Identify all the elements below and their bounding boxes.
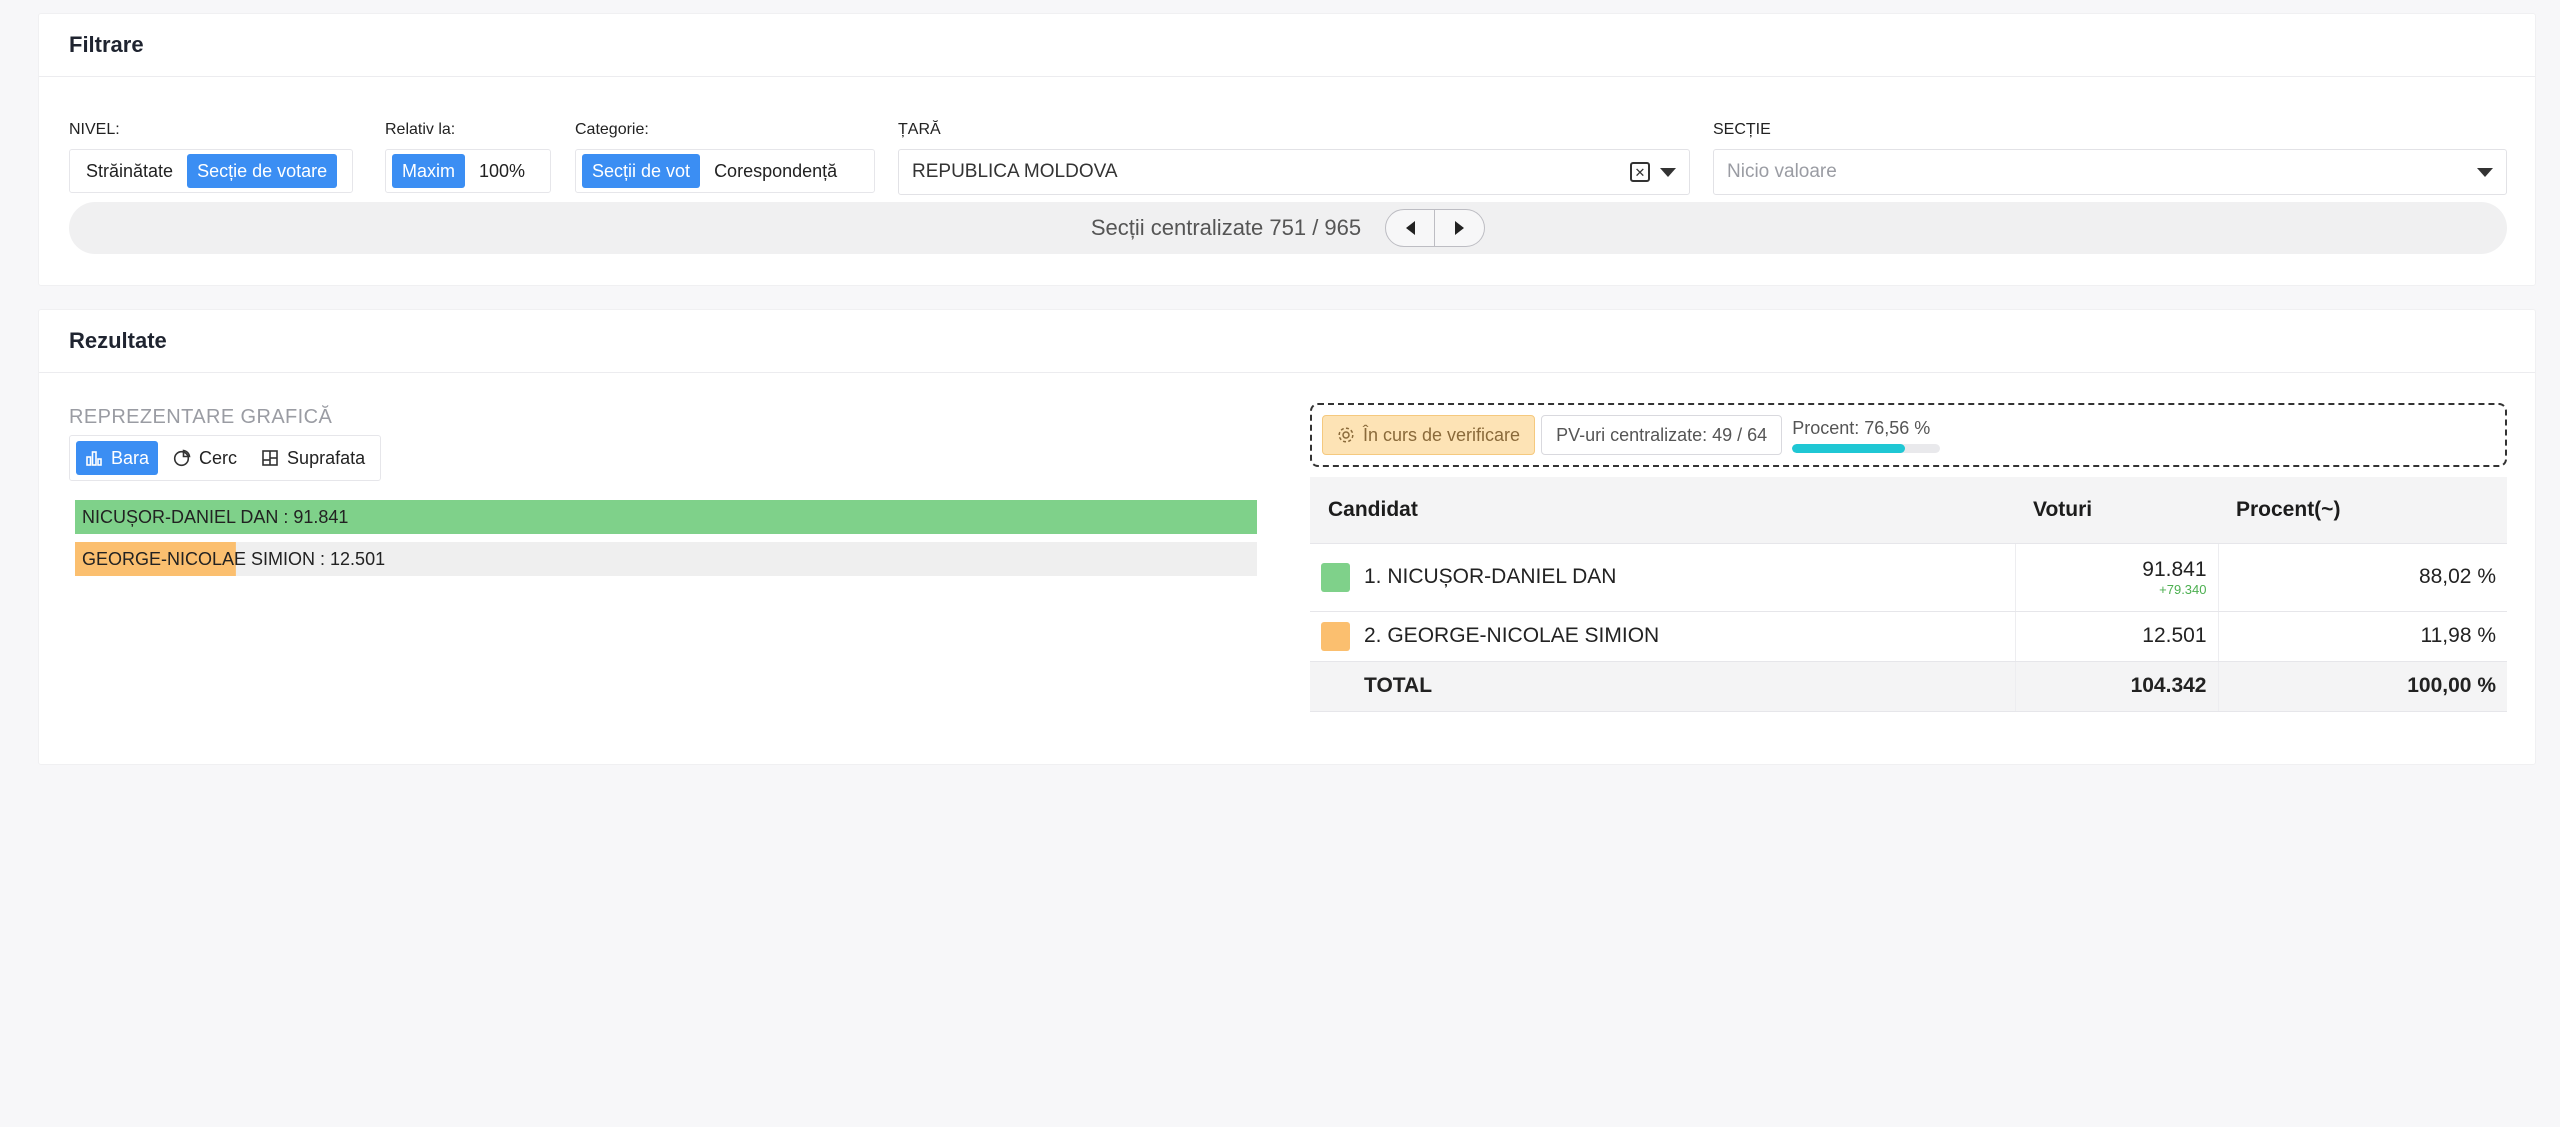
nivel-label: NIVEL:	[69, 121, 120, 138]
votes-diff: +79.340	[2159, 581, 2207, 597]
caret-right-icon	[1455, 221, 1465, 235]
bar-label-2: GEORGE-NICOLAE SIMION : 12.501	[82, 549, 385, 569]
chart-label: REPREZENTARE GRAFICĂ	[69, 406, 333, 428]
sectie-select[interactable]: Nicio valoare	[1713, 149, 2507, 195]
relativ-label: Relativ la:	[385, 121, 456, 138]
sectie-label: SECȚIE	[1713, 121, 1771, 138]
header-candidat: Candidat	[1310, 477, 2015, 544]
categorie-option-sectii[interactable]: Secții de vot	[582, 154, 701, 188]
centralizate-bar: Secții centralizate 751 / 965	[69, 202, 2507, 254]
nivel-segment: Străinătate Secție de votare	[69, 149, 353, 193]
total-label: TOTAL	[1364, 674, 1433, 697]
procent-progress: Procent: 76,56 %	[1792, 417, 1941, 453]
candidate-percent: 11,98 %	[2218, 611, 2507, 662]
tara-label: ȚARĂ	[898, 121, 941, 138]
results-title: Rezultate	[39, 310, 2535, 373]
categorie-label: Categorie:	[575, 121, 649, 138]
header-procent: Procent(~)	[2218, 477, 2507, 544]
prev-button[interactable]	[1385, 209, 1436, 247]
chart-type-tabs: Bara Cerc Suprafata	[69, 435, 382, 481]
categorie-segment: Secții de vot Corespondență	[575, 149, 875, 193]
procent-label: Procent: 76,56 %	[1792, 417, 1931, 438]
pagination	[1385, 209, 1486, 247]
results-table: Candidat Voturi Procent(~) 1. NICUȘOR-DA…	[1310, 477, 2507, 712]
table-row: 1. NICUȘOR-DANIEL DAN 91.841 +79.340 88,0…	[1310, 543, 2507, 612]
status-text: În curs de verificare	[1363, 424, 1521, 445]
tara-value: REPUBLICA MOLDOVA	[912, 161, 1118, 182]
clear-icon[interactable]: ✕	[1630, 162, 1650, 182]
table-row: 2. GEORGE-NICOLAE SIMION 12.501 11,98 %	[1310, 611, 2507, 662]
color-swatch	[1321, 621, 1350, 651]
bar-label-1: NICUȘOR-DANIEL DAN : 91.841	[82, 507, 348, 527]
chevron-down-icon[interactable]	[1660, 167, 1676, 177]
status-box: În curs de verificare PV-uri centralizat…	[1310, 403, 2507, 467]
chevron-down-icon[interactable]	[2477, 167, 2493, 177]
total-percent: 100,00 %	[2218, 661, 2507, 712]
header-voturi: Voturi	[2015, 477, 2218, 544]
tab-bara-label: Bara	[111, 447, 150, 468]
nivel-option-sectie[interactable]: Secție de votare	[187, 154, 338, 188]
tab-suprafata-label: Suprafata	[287, 447, 366, 468]
categorie-option-corespondenta[interactable]: Corespondență	[704, 154, 847, 188]
treemap-icon	[262, 450, 278, 466]
centralizate-text: Secții centralizate 751 / 965	[1090, 215, 1362, 240]
sectie-placeholder: Nicio valoare	[1727, 161, 1837, 182]
tara-select[interactable]: REPUBLICA MOLDOVA ✕	[898, 149, 1690, 195]
candidate-name: 2. GEORGE-NICOLAE SIMION	[1364, 624, 1660, 647]
total-row: TOTAL 104.342 100,00 %	[1310, 661, 2507, 712]
progress-track	[1792, 443, 1941, 453]
progress-fill	[1792, 443, 1906, 453]
candidate-percent: 88,02 %	[2218, 543, 2507, 612]
tab-cerc-label: Cerc	[199, 447, 238, 468]
relativ-option-100[interactable]: 100%	[469, 154, 535, 188]
tab-suprafata[interactable]: Suprafata	[252, 441, 374, 475]
candidate-votes: 12.501	[2015, 611, 2219, 662]
candidate-votes: 91.841	[2142, 557, 2207, 581]
filter-title: Filtrare	[39, 14, 2535, 77]
filter-card: Filtrare NIVEL: Străinătate Secție de vo…	[38, 13, 2536, 286]
status-badge: În curs de verificare	[1322, 415, 1536, 455]
caret-left-icon	[1405, 221, 1415, 235]
tab-bara[interactable]: Bara	[76, 441, 159, 475]
candidate-name: 1. NICUȘOR-DANIEL DAN	[1364, 565, 1617, 588]
next-button[interactable]	[1435, 209, 1486, 247]
nivel-option-strainatate[interactable]: Străinătate	[76, 154, 183, 188]
color-swatch	[1321, 562, 1350, 592]
gear-icon	[1338, 427, 1354, 443]
pie-chart-icon	[173, 449, 191, 467]
total-votes: 104.342	[2015, 661, 2219, 712]
bar-chart: NICUȘOR-DANIEL DAN : 91.841 GEORGE-NICOLA…	[75, 500, 1257, 576]
bar-chart-icon	[86, 451, 102, 466]
results-card: Rezultate REPREZENTARE GRAFICĂ Bara Cerc…	[38, 309, 2536, 765]
tab-cerc[interactable]: Cerc	[164, 441, 246, 475]
relativ-segment: Maxim 100%	[385, 149, 551, 193]
relativ-option-maxim[interactable]: Maxim	[392, 154, 465, 188]
pv-badge: PV-uri centralizate: 49 / 64	[1541, 415, 1783, 455]
